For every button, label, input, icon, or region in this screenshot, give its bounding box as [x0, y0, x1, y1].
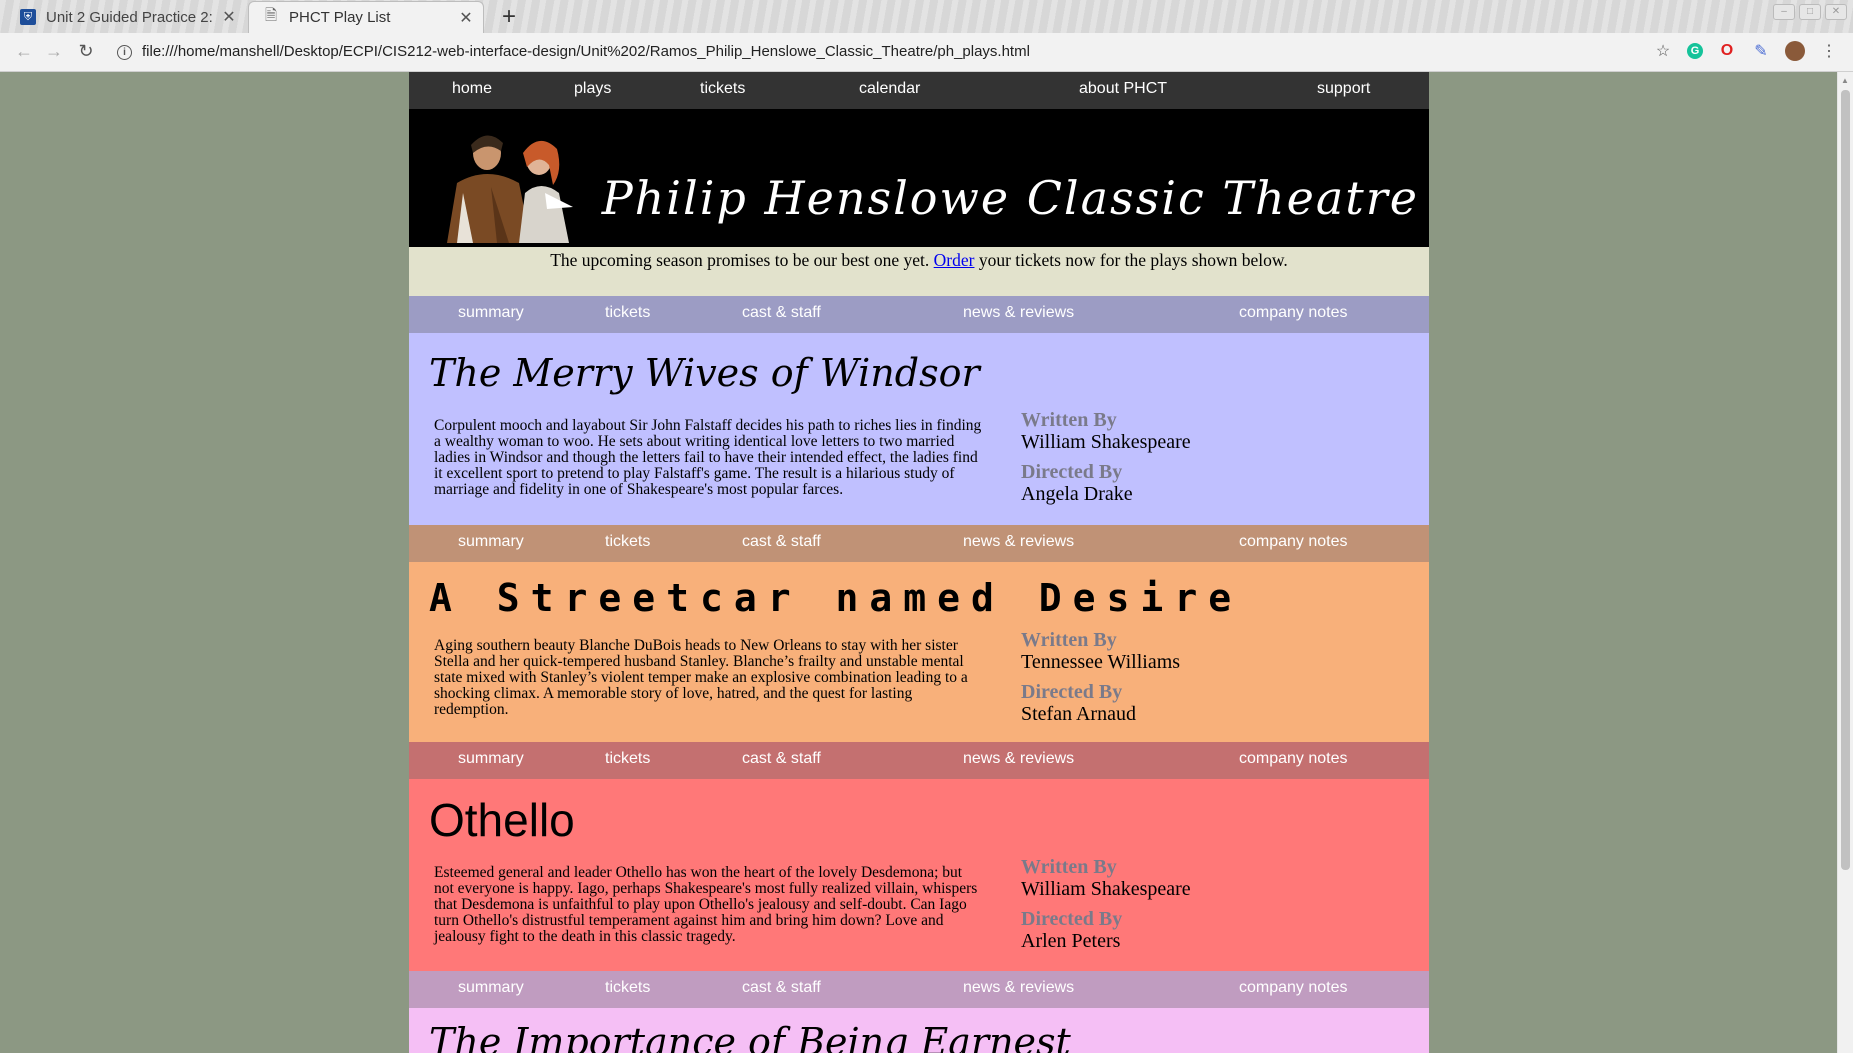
tab-title: Unit 2 Guided Practice 2: P [46, 8, 218, 26]
eyedropper-icon[interactable]: ✎ [1751, 41, 1771, 61]
play-section-streetcar: A Streetcar named Desire Aging southern … [409, 562, 1429, 742]
nav-support[interactable]: support [1317, 80, 1370, 98]
intro-text-before: The upcoming season promises to be our b… [550, 250, 930, 270]
browser-tab-bar: ⛨ Unit 2 Guided Practice 2: P ✕ 🗎 PHCT P… [0, 0, 1853, 33]
scrollbar-thumb[interactable] [1841, 90, 1850, 870]
director-name: Arlen Peters [1021, 930, 1121, 952]
browser-toolbar: ← → ↻ i file:///home/manshell/Desktop/EC… [0, 33, 1853, 72]
play-nav-company-notes[interactable]: company notes [1239, 533, 1348, 551]
nav-calendar[interactable]: calendar [859, 80, 920, 98]
order-link[interactable]: Order [934, 250, 975, 270]
nav-plays[interactable]: plays [574, 80, 611, 98]
play-credits: Written By William Shakespeare Directed … [1021, 856, 1191, 960]
actors-photo [447, 135, 573, 243]
play-nav-news-reviews[interactable]: news & reviews [963, 533, 1074, 551]
play-section-othello: Othello Esteemed general and leader Othe… [409, 779, 1429, 971]
play-nav-summary[interactable]: summary [458, 533, 524, 551]
play-nav-cast-staff[interactable]: cast & staff [742, 304, 821, 322]
opera-icon[interactable]: O [1717, 41, 1737, 61]
writer-name: William Shakespeare [1021, 431, 1191, 453]
play-summary: Corpulent mooch and layabout Sir John Fa… [434, 417, 982, 498]
play-nav-tickets[interactable]: tickets [605, 304, 650, 322]
site-main-nav: home plays tickets calendar about PHCT s… [409, 72, 1429, 109]
play-nav: summary tickets cast & staff news & revi… [409, 971, 1429, 1008]
writer-name: William Shakespeare [1021, 878, 1191, 900]
play-nav: summary tickets cast & staff news & revi… [409, 742, 1429, 779]
address-bar[interactable]: file:///home/manshell/Desktop/ECPI/CIS21… [142, 43, 1030, 60]
intro-text: The upcoming season promises to be our b… [409, 247, 1429, 296]
play-nav-tickets[interactable]: tickets [605, 750, 650, 768]
nav-about-phct[interactable]: about PHCT [1079, 80, 1167, 98]
play-nav-news-reviews[interactable]: news & reviews [963, 750, 1074, 768]
play-nav-tickets[interactable]: tickets [605, 979, 650, 997]
profile-avatar[interactable] [1785, 41, 1805, 61]
play-nav-summary[interactable]: summary [458, 979, 524, 997]
tab-title: PHCT Play List [289, 9, 391, 26]
directed-by-label: Directed By [1021, 681, 1123, 703]
minimize-icon[interactable]: – [1773, 4, 1795, 20]
play-nav-news-reviews[interactable]: news & reviews [963, 304, 1074, 322]
browser-tab-phct-play-list[interactable]: 🗎 PHCT Play List ✕ [248, 1, 484, 33]
play-nav-cast-staff[interactable]: cast & staff [742, 979, 821, 997]
play-nav-tickets[interactable]: tickets [605, 533, 650, 551]
play-nav: summary tickets cast & staff news & revi… [409, 296, 1429, 333]
play-nav-summary[interactable]: summary [458, 750, 524, 768]
window-controls: – □ ✕ [1773, 4, 1847, 20]
web-page: home plays tickets calendar about PHCT s… [409, 72, 1429, 1053]
menu-kebab-icon[interactable]: ⋮ [1819, 41, 1839, 61]
play-nav: summary tickets cast & staff news & revi… [409, 525, 1429, 562]
written-by-label: Written By [1021, 409, 1117, 431]
site-banner: Philip Henslowe Classic Theatre [409, 109, 1429, 247]
close-icon[interactable]: ✕ [455, 8, 477, 28]
play-credits: Written By Tennessee Williams Directed B… [1021, 629, 1180, 733]
play-nav-cast-staff[interactable]: cast & staff [742, 533, 821, 551]
document-icon: 🗎 [264, 7, 278, 24]
back-arrow-icon[interactable]: ← [12, 41, 36, 62]
banner-title: Philip Henslowe Classic Theatre [601, 171, 1419, 225]
directed-by-label: Directed By [1021, 908, 1123, 930]
play-nav-cast-staff[interactable]: cast & staff [742, 750, 821, 768]
play-nav-company-notes[interactable]: company notes [1239, 979, 1348, 997]
scroll-up-icon[interactable]: ▲ [1841, 76, 1849, 85]
play-nav-news-reviews[interactable]: news & reviews [963, 979, 1074, 997]
page-scrollbar[interactable]: ▲ [1837, 72, 1853, 1053]
intro-text-after: your tickets now for the plays shown bel… [978, 250, 1288, 270]
play-summary: Aging southern beauty Blanche DuBois hea… [434, 637, 968, 718]
reload-icon[interactable]: ↻ [74, 41, 98, 62]
writer-name: Tennessee Williams [1021, 651, 1181, 673]
extension-icons: ☆ G O ✎ ⋮ [1653, 41, 1839, 61]
browser-tab-unit2[interactable]: ⛨ Unit 2 Guided Practice 2: P ✕ [6, 1, 246, 33]
shield-icon: ⛨ [20, 9, 36, 25]
new-tab-button[interactable]: + [496, 3, 522, 31]
maximize-icon[interactable]: □ [1799, 4, 1821, 20]
directed-by-label: Directed By [1021, 461, 1123, 483]
close-window-icon[interactable]: ✕ [1825, 4, 1847, 20]
director-name: Angela Drake [1021, 483, 1133, 505]
play-section-earnest: The Importance of Being Earnest [409, 1008, 1429, 1053]
play-nav-company-notes[interactable]: company notes [1239, 750, 1348, 768]
play-title: A Streetcar named Desire [429, 576, 1243, 620]
play-title: The Importance of Being Earnest [429, 1020, 1071, 1053]
nav-home[interactable]: home [452, 80, 492, 98]
play-title: Othello [429, 794, 575, 846]
play-nav-company-notes[interactable]: company notes [1239, 304, 1348, 322]
info-icon[interactable]: i [117, 45, 132, 60]
play-credits: Written By William Shakespeare Directed … [1021, 409, 1191, 513]
forward-arrow-icon[interactable]: → [42, 41, 66, 62]
close-icon[interactable]: ✕ [218, 7, 240, 27]
play-section-merry-wives: The Merry Wives of Windsor Corpulent moo… [409, 333, 1429, 525]
play-title: The Merry Wives of Windsor [429, 351, 980, 395]
written-by-label: Written By [1021, 856, 1117, 878]
director-name: Stefan Arnaud [1021, 703, 1136, 725]
nav-tickets[interactable]: tickets [700, 80, 745, 98]
play-summary: Esteemed general and leader Othello has … [434, 864, 978, 945]
written-by-label: Written By [1021, 629, 1117, 651]
bookmark-star-icon[interactable]: ☆ [1653, 41, 1673, 61]
grammarly-icon[interactable]: G [1687, 43, 1703, 59]
play-nav-summary[interactable]: summary [458, 304, 524, 322]
